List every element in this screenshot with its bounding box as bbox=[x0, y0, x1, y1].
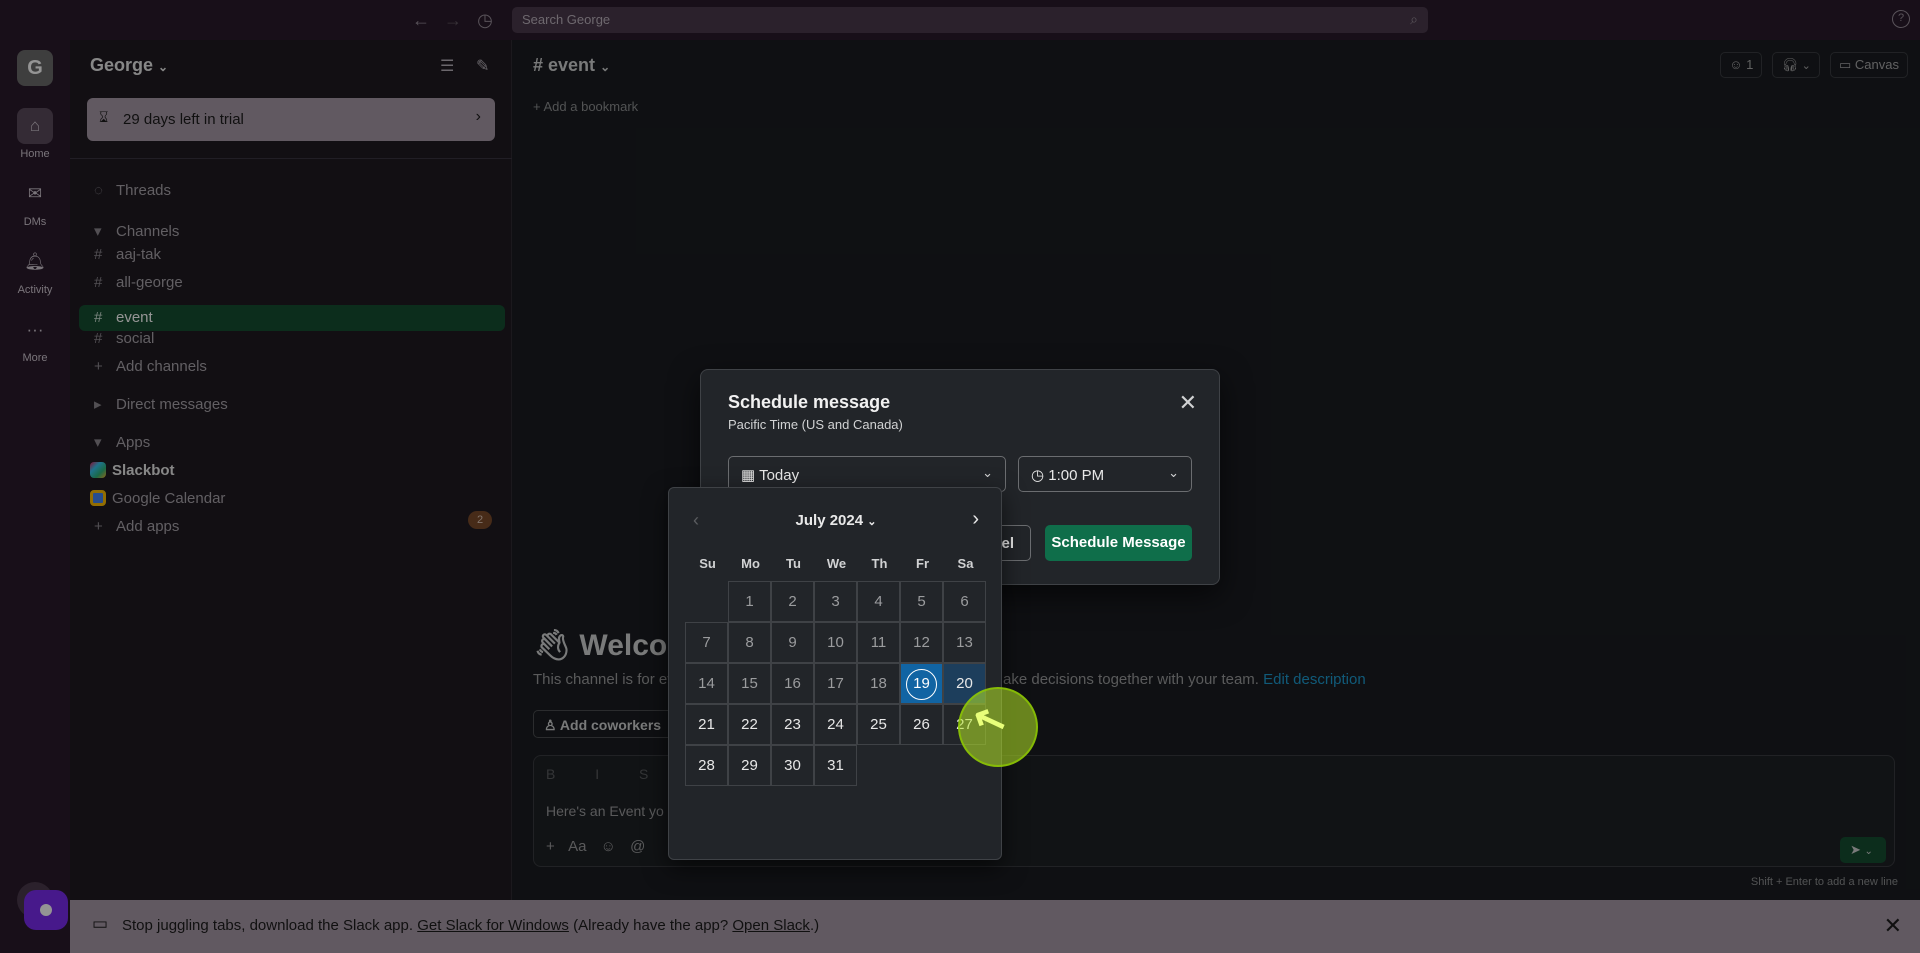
month-selector[interactable]: July 2024 ⌄ bbox=[669, 512, 1003, 529]
next-month-icon[interactable]: › bbox=[972, 508, 979, 531]
chevron-down-icon: ⌄ bbox=[867, 516, 877, 528]
calendar-day[interactable]: 14 bbox=[685, 663, 728, 704]
weekday-label: Th bbox=[871, 556, 888, 571]
calendar-day[interactable]: 28 bbox=[685, 745, 728, 786]
calendar-day[interactable]: 15 bbox=[728, 663, 771, 704]
calendar-day[interactable]: 18 bbox=[857, 663, 900, 704]
close-icon[interactable]: ✕ bbox=[1179, 390, 1197, 416]
chevron-down-icon: ⌄ bbox=[1168, 465, 1179, 480]
calendar-day[interactable]: 31 bbox=[814, 745, 857, 786]
time-value: 1:00 PM bbox=[1048, 467, 1105, 484]
chevron-down-icon: ⌄ bbox=[982, 465, 993, 480]
calendar-day[interactable]: 29 bbox=[728, 745, 771, 786]
calendar-icon: ▦ bbox=[741, 467, 760, 484]
time-select[interactable]: ◷ 1:00 PM ⌄ bbox=[1018, 456, 1192, 492]
calendar-day[interactable]: 7 bbox=[685, 622, 728, 663]
weekday-label: Mo bbox=[741, 556, 760, 571]
month-label: July 2024 bbox=[795, 512, 864, 529]
calendar-day[interactable]: 25 bbox=[857, 704, 900, 745]
date-value: Today bbox=[759, 467, 800, 484]
calendar-day[interactable]: 4 bbox=[857, 581, 900, 622]
calendar-day[interactable]: 19 bbox=[900, 663, 943, 704]
calendar-day[interactable]: 5 bbox=[900, 581, 943, 622]
calendar-day[interactable]: 6 bbox=[943, 581, 986, 622]
weekday-label: We bbox=[826, 556, 847, 571]
date-picker: July 2024 ⌄ ‹ › Su Mo Tu We Th Fr Sa 1 2 3 4 5 6 7 8 9 1… bbox=[668, 487, 1002, 860]
calendar-day[interactable]: 26 bbox=[900, 704, 943, 745]
schedule-message-button[interactable]: Schedule Message bbox=[1045, 525, 1192, 561]
clock-icon: ◷ bbox=[1031, 467, 1049, 484]
calendar-day[interactable]: 21 bbox=[685, 704, 728, 745]
calendar-day[interactable]: 2 bbox=[771, 581, 814, 622]
prev-month-icon[interactable]: ‹ bbox=[693, 510, 699, 531]
calendar-day[interactable]: 3 bbox=[814, 581, 857, 622]
timezone-label: Pacific Time (US and Canada) bbox=[728, 417, 903, 432]
calendar-day[interactable]: 23 bbox=[771, 704, 814, 745]
calendar-day[interactable]: 11 bbox=[857, 622, 900, 663]
calendar-day[interactable]: 8 bbox=[728, 622, 771, 663]
calendar-day[interactable]: 1 bbox=[728, 581, 771, 622]
weekday-label: Sa bbox=[957, 556, 974, 571]
weekday-label: Fr bbox=[916, 556, 929, 571]
calendar-day[interactable]: 16 bbox=[771, 663, 814, 704]
calendar-day[interactable]: 30 bbox=[771, 745, 814, 786]
calendar-day[interactable]: 12 bbox=[900, 622, 943, 663]
calendar-day[interactable]: 10 bbox=[814, 622, 857, 663]
calendar-day[interactable]: 22 bbox=[728, 704, 771, 745]
selected-day-ring: 19 bbox=[906, 669, 937, 700]
weekday-label: Tu bbox=[786, 556, 801, 571]
calendar-day[interactable]: 24 bbox=[814, 704, 857, 745]
calendar-day[interactable]: 13 bbox=[943, 622, 986, 663]
weekday-label: Su bbox=[699, 556, 716, 571]
dialog-title: Schedule message bbox=[728, 392, 891, 412]
calendar-day[interactable]: 17 bbox=[814, 663, 857, 704]
calendar-day[interactable]: 9 bbox=[771, 622, 814, 663]
